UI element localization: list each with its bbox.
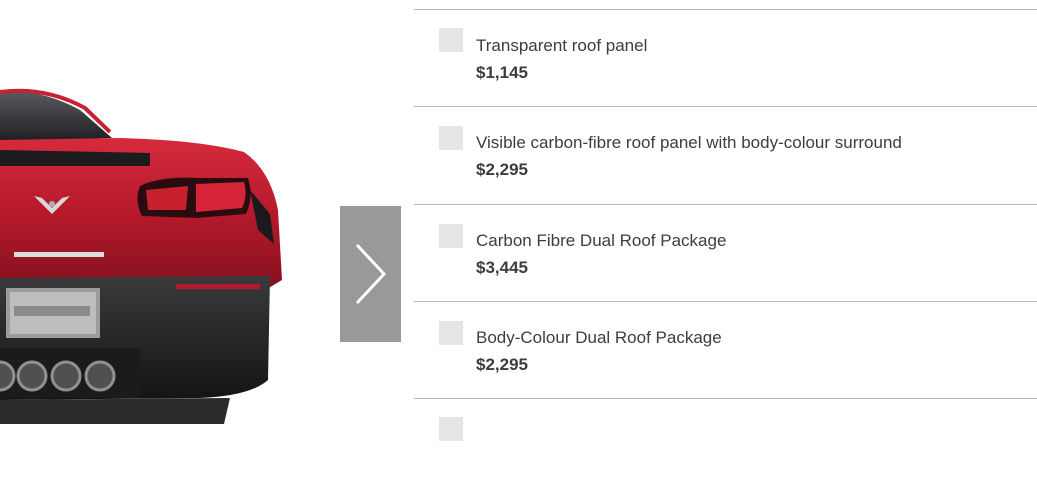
option-checkbox[interactable] [439,417,463,441]
option-label: Visible carbon-fibre roof panel with bod… [476,133,902,152]
option-checkbox[interactable] [439,321,463,345]
option-label: Carbon Fibre Dual Roof Package [476,231,727,250]
list-item: Body-Colour Dual Roof Package $2,295 [414,301,1037,399]
option-price: $3,445 [476,258,528,277]
option-price: $1,145 [476,63,528,82]
option-label: Body-Colour Dual Roof Package [476,328,722,347]
vehicle-image [0,0,330,424]
option-checkbox[interactable] [439,224,463,248]
chevron-right-icon [355,243,386,305]
corvette-rear-illustration [0,88,282,424]
option-price: $2,295 [476,355,528,374]
list-item: Carbon Fibre Dual Roof Package $3,445 [414,204,1037,302]
list-item [414,398,1037,496]
option-checkbox[interactable] [439,126,463,150]
roof-options-list: Transparent roof panel $1,145 Visible ca… [414,0,1037,441]
list-item: Visible carbon-fibre roof panel with bod… [414,106,1037,204]
option-price: $2,295 [476,160,528,179]
option-checkbox[interactable] [439,28,463,52]
carousel-next-button[interactable] [340,206,401,342]
list-item: Transparent roof panel $1,145 [414,9,1037,107]
option-label: Transparent roof panel [476,36,648,55]
